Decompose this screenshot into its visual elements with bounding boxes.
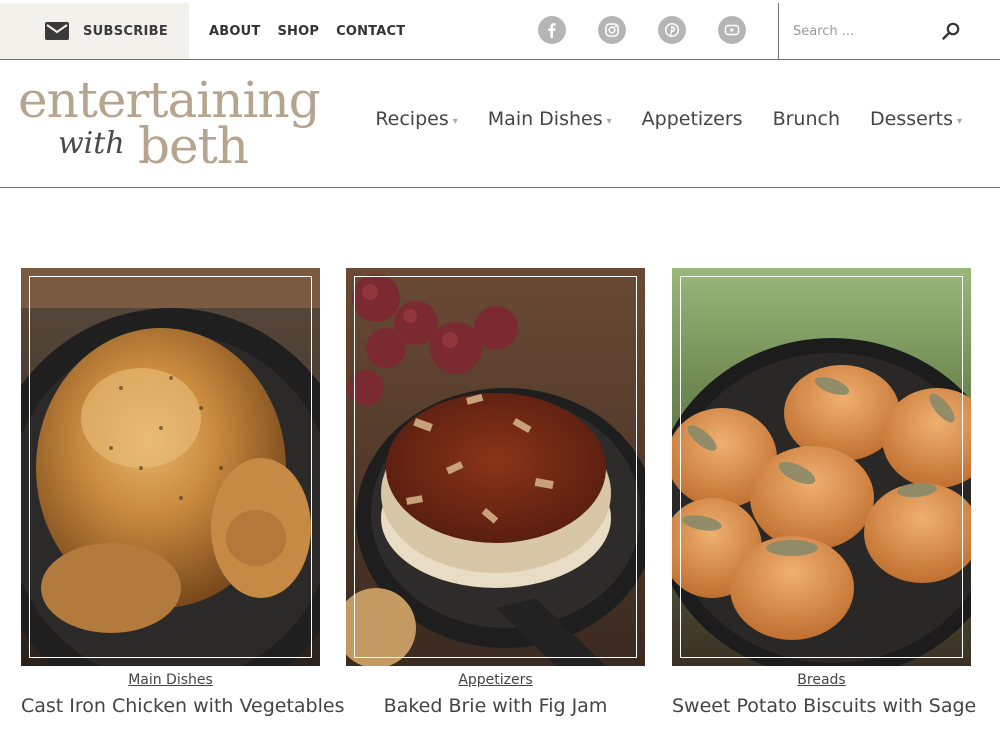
top-bar: SUBSCRIBE ABOUT SHOP CONTACT: [0, 0, 1000, 60]
youtube-icon[interactable]: [718, 16, 746, 44]
recipe-image-biscuits[interactable]: [672, 268, 971, 666]
nav-item-brunch[interactable]: Brunch: [773, 108, 840, 130]
recipe-title[interactable]: Cast Iron Chicken with Vegetables: [21, 695, 344, 717]
logo-line-beth: beth: [138, 117, 249, 175]
site-header: entertaining with beth Recipes ▾ Main Di…: [0, 60, 1000, 188]
search-icon: [942, 22, 960, 40]
search-button[interactable]: [939, 20, 963, 44]
nav-item-label: Brunch: [772, 108, 840, 130]
shop-link[interactable]: SHOP: [277, 24, 319, 39]
dropdown-caret-icon: ▾: [452, 115, 458, 127]
recipe-image-brie[interactable]: [346, 268, 645, 666]
recipe-image-chicken[interactable]: [21, 268, 320, 666]
dropdown-caret-icon: ▾: [606, 115, 612, 127]
pinterest-icon[interactable]: [658, 16, 686, 44]
utility-nav: ABOUT SHOP CONTACT: [209, 3, 422, 59]
search-box: [778, 3, 1000, 60]
subscribe-label: SUBSCRIBE: [83, 23, 169, 39]
recipe-category-link[interactable]: Appetizers: [346, 672, 645, 688]
recipe-card: Breads Sweet Potato Biscuits with Sage: [672, 268, 976, 717]
nav-item-label: Main Dishes: [487, 108, 603, 130]
recipe-category-link[interactable]: Main Dishes: [21, 672, 320, 688]
nav-item-recipes[interactable]: Recipes ▾: [375, 108, 457, 130]
about-link[interactable]: ABOUT: [209, 24, 260, 39]
recipe-card: Appetizers Baked Brie with Fig Jam: [346, 268, 645, 717]
contact-link[interactable]: CONTACT: [336, 24, 405, 39]
nav-item-label: Recipes: [375, 108, 449, 130]
social-links: [538, 16, 778, 44]
dropdown-caret-icon: ▾: [956, 115, 962, 127]
site-logo[interactable]: entertaining with beth: [18, 72, 321, 176]
nav-item-appetizers[interactable]: Appetizers: [642, 108, 743, 130]
recipe-title[interactable]: Baked Brie with Fig Jam: [346, 695, 645, 717]
nav-item-label: Appetizers: [641, 108, 743, 130]
recipe-title[interactable]: Sweet Potato Biscuits with Sage: [672, 695, 976, 717]
main-nav: Recipes ▾ Main Dishes ▾ Appetizers Brunc…: [345, 108, 962, 130]
logo-script-with: with: [58, 126, 125, 161]
recipe-card: Main Dishes Cast Iron Chicken with Veget…: [21, 268, 344, 717]
nav-item-main-dishes[interactable]: Main Dishes ▾: [488, 108, 612, 130]
nav-item-desserts[interactable]: Desserts ▾: [870, 108, 962, 130]
envelope-icon: [45, 22, 69, 40]
nav-item-label: Desserts: [870, 108, 953, 130]
subscribe-button[interactable]: SUBSCRIBE: [0, 3, 189, 59]
instagram-icon[interactable]: [598, 16, 626, 44]
recipe-category-link[interactable]: Breads: [672, 672, 971, 688]
facebook-icon[interactable]: [538, 16, 566, 44]
search-input[interactable]: [793, 19, 943, 43]
